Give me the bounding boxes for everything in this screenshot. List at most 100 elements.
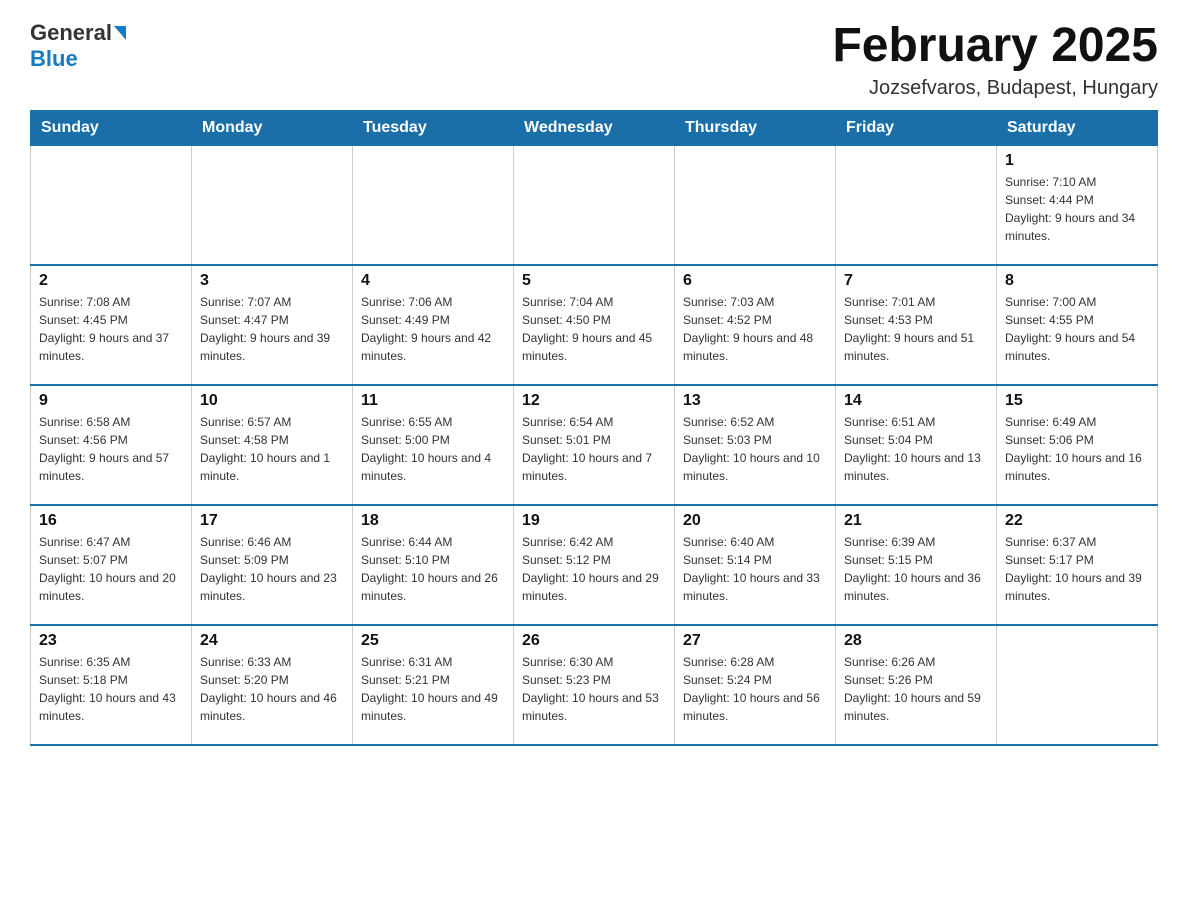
day-info: Sunrise: 7:10 AMSunset: 4:44 PMDaylight:… <box>1005 173 1149 245</box>
day-number: 17 <box>200 512 344 530</box>
logo-general-text: General <box>30 20 112 46</box>
calendar-day-cell <box>836 145 997 265</box>
calendar-day-cell: 23Sunrise: 6:35 AMSunset: 5:18 PMDayligh… <box>31 625 192 745</box>
day-number: 7 <box>844 272 988 290</box>
day-number: 12 <box>522 392 666 410</box>
day-number: 8 <box>1005 272 1149 290</box>
day-number: 28 <box>844 632 988 650</box>
day-info: Sunrise: 6:54 AMSunset: 5:01 PMDaylight:… <box>522 413 666 485</box>
calendar-day-cell: 25 Sunrise: 6:31 AMSunset: 5:21 PMDayligh… <box>353 625 514 745</box>
calendar-day-cell: 7 Sunrise: 7:01 AMSunset: 4:53 PMDaylight… <box>836 265 997 385</box>
day-info: Sunrise: 7:07 AMSunset: 4:47 PMDaylight:… <box>200 293 344 365</box>
calendar-day-cell: 11 Sunrise: 6:55 AMSunset: 5:00 PMDayligh… <box>353 385 514 505</box>
day-of-week-header: Friday <box>836 110 997 145</box>
day-info: Sunrise: 6:46 AMSunset: 5:09 PMDaylight:… <box>200 533 344 605</box>
day-info: Sunrise: 6:26 AMSunset: 5:26 PMDaylight:… <box>844 653 988 725</box>
calendar-day-cell: 8 Sunrise: 7:00 AMSunset: 4:55 PMDaylight… <box>997 265 1158 385</box>
calendar-day-cell: 1Sunrise: 7:10 AMSunset: 4:44 PMDaylight… <box>997 145 1158 265</box>
day-info: Sunrise: 7:06 AMSunset: 4:49 PMDaylight:… <box>361 293 505 365</box>
calendar-day-cell: 24 Sunrise: 6:33 AMSunset: 5:20 PMDayligh… <box>192 625 353 745</box>
calendar-day-cell <box>675 145 836 265</box>
day-info: Sunrise: 7:00 AMSunset: 4:55 PMDaylight:… <box>1005 293 1149 365</box>
day-number: 3 <box>200 272 344 290</box>
calendar-day-cell <box>997 625 1158 745</box>
calendar-day-cell: 5 Sunrise: 7:04 AMSunset: 4:50 PMDaylight… <box>514 265 675 385</box>
day-number: 13 <box>683 392 827 410</box>
calendar-day-cell: 6 Sunrise: 7:03 AMSunset: 4:52 PMDaylight… <box>675 265 836 385</box>
page-header: General Blue February 2025 Jozsefvaros, … <box>30 20 1158 100</box>
calendar-week-row: 9 Sunrise: 6:58 AMSunset: 4:56 PMDaylight… <box>31 385 1158 505</box>
day-info: Sunrise: 6:52 AMSunset: 5:03 PMDaylight:… <box>683 413 827 485</box>
day-number: 26 <box>522 632 666 650</box>
calendar-day-cell <box>514 145 675 265</box>
day-number: 15 <box>1005 392 1149 410</box>
day-info: Sunrise: 6:37 AMSunset: 5:17 PMDaylight:… <box>1005 533 1149 605</box>
calendar-day-cell <box>192 145 353 265</box>
day-number: 6 <box>683 272 827 290</box>
calendar-subtitle: Jozsefvaros, Budapest, Hungary <box>832 77 1158 100</box>
calendar-day-cell: 9 Sunrise: 6:58 AMSunset: 4:56 PMDaylight… <box>31 385 192 505</box>
calendar-day-cell <box>353 145 514 265</box>
calendar-day-cell: 14 Sunrise: 6:51 AMSunset: 5:04 PMDayligh… <box>836 385 997 505</box>
day-of-week-header: Monday <box>192 110 353 145</box>
calendar-day-cell: 17 Sunrise: 6:46 AMSunset: 5:09 PMDayligh… <box>192 505 353 625</box>
logo-blue-text: Blue <box>30 46 78 72</box>
calendar-day-cell: 13 Sunrise: 6:52 AMSunset: 5:03 PMDayligh… <box>675 385 836 505</box>
day-info: Sunrise: 7:08 AMSunset: 4:45 PMDaylight:… <box>39 293 183 365</box>
day-number: 19 <box>522 512 666 530</box>
calendar-day-cell: 28 Sunrise: 6:26 AMSunset: 5:26 PMDayligh… <box>836 625 997 745</box>
calendar-day-cell: 12 Sunrise: 6:54 AMSunset: 5:01 PMDayligh… <box>514 385 675 505</box>
day-number: 14 <box>844 392 988 410</box>
day-info: Sunrise: 6:30 AMSunset: 5:23 PMDaylight:… <box>522 653 666 725</box>
calendar-week-row: 23Sunrise: 6:35 AMSunset: 5:18 PMDayligh… <box>31 625 1158 745</box>
day-number: 4 <box>361 272 505 290</box>
calendar-day-cell: 18Sunrise: 6:44 AMSunset: 5:10 PMDayligh… <box>353 505 514 625</box>
day-of-week-header: Sunday <box>31 110 192 145</box>
calendar-day-cell: 21Sunrise: 6:39 AMSunset: 5:15 PMDayligh… <box>836 505 997 625</box>
calendar-day-cell: 26 Sunrise: 6:30 AMSunset: 5:23 PMDayligh… <box>514 625 675 745</box>
day-info: Sunrise: 6:42 AMSunset: 5:12 PMDaylight:… <box>522 533 666 605</box>
day-number: 10 <box>200 392 344 410</box>
calendar-week-row: 16Sunrise: 6:47 AMSunset: 5:07 PMDayligh… <box>31 505 1158 625</box>
day-info: Sunrise: 7:01 AMSunset: 4:53 PMDaylight:… <box>844 293 988 365</box>
day-info: Sunrise: 6:51 AMSunset: 5:04 PMDaylight:… <box>844 413 988 485</box>
day-number: 5 <box>522 272 666 290</box>
calendar-week-row: 1Sunrise: 7:10 AMSunset: 4:44 PMDaylight… <box>31 145 1158 265</box>
day-info: Sunrise: 6:58 AMSunset: 4:56 PMDaylight:… <box>39 413 183 485</box>
day-of-week-header: Thursday <box>675 110 836 145</box>
day-number: 9 <box>39 392 183 410</box>
day-number: 25 <box>361 632 505 650</box>
day-info: Sunrise: 6:28 AMSunset: 5:24 PMDaylight:… <box>683 653 827 725</box>
day-info: Sunrise: 6:57 AMSunset: 4:58 PMDaylight:… <box>200 413 344 485</box>
day-number: 21 <box>844 512 988 530</box>
day-number: 22 <box>1005 512 1149 530</box>
logo-arrow-icon <box>114 26 126 40</box>
calendar-day-cell: 10 Sunrise: 6:57 AMSunset: 4:58 PMDayligh… <box>192 385 353 505</box>
days-of-week-row: SundayMondayTuesdayWednesdayThursdayFrid… <box>31 110 1158 145</box>
calendar-header: SundayMondayTuesdayWednesdayThursdayFrid… <box>31 110 1158 145</box>
day-info: Sunrise: 6:33 AMSunset: 5:20 PMDaylight:… <box>200 653 344 725</box>
day-info: Sunrise: 6:31 AMSunset: 5:21 PMDaylight:… <box>361 653 505 725</box>
day-info: Sunrise: 6:49 AMSunset: 5:06 PMDaylight:… <box>1005 413 1149 485</box>
calendar-day-cell: 15 Sunrise: 6:49 AMSunset: 5:06 PMDayligh… <box>997 385 1158 505</box>
calendar-day-cell: 2 Sunrise: 7:08 AMSunset: 4:45 PMDaylight… <box>31 265 192 385</box>
day-number: 2 <box>39 272 183 290</box>
calendar-day-cell: 27 Sunrise: 6:28 AMSunset: 5:24 PMDayligh… <box>675 625 836 745</box>
logo: General Blue <box>30 20 126 72</box>
calendar-table: SundayMondayTuesdayWednesdayThursdayFrid… <box>30 110 1158 747</box>
day-info: Sunrise: 6:35 AMSunset: 5:18 PMDaylight:… <box>39 653 183 725</box>
day-of-week-header: Wednesday <box>514 110 675 145</box>
calendar-day-cell: 22 Sunrise: 6:37 AMSunset: 5:17 PMDayligh… <box>997 505 1158 625</box>
calendar-week-row: 2 Sunrise: 7:08 AMSunset: 4:45 PMDaylight… <box>31 265 1158 385</box>
day-of-week-header: Saturday <box>997 110 1158 145</box>
calendar-body: 1Sunrise: 7:10 AMSunset: 4:44 PMDaylight… <box>31 145 1158 745</box>
calendar-day-cell: 20Sunrise: 6:40 AMSunset: 5:14 PMDayligh… <box>675 505 836 625</box>
day-info: Sunrise: 6:40 AMSunset: 5:14 PMDaylight:… <box>683 533 827 605</box>
day-info: Sunrise: 7:04 AMSunset: 4:50 PMDaylight:… <box>522 293 666 365</box>
day-info: Sunrise: 6:55 AMSunset: 5:00 PMDaylight:… <box>361 413 505 485</box>
day-number: 24 <box>200 632 344 650</box>
day-number: 11 <box>361 392 505 410</box>
day-info: Sunrise: 7:03 AMSunset: 4:52 PMDaylight:… <box>683 293 827 365</box>
day-number: 27 <box>683 632 827 650</box>
day-of-week-header: Tuesday <box>353 110 514 145</box>
